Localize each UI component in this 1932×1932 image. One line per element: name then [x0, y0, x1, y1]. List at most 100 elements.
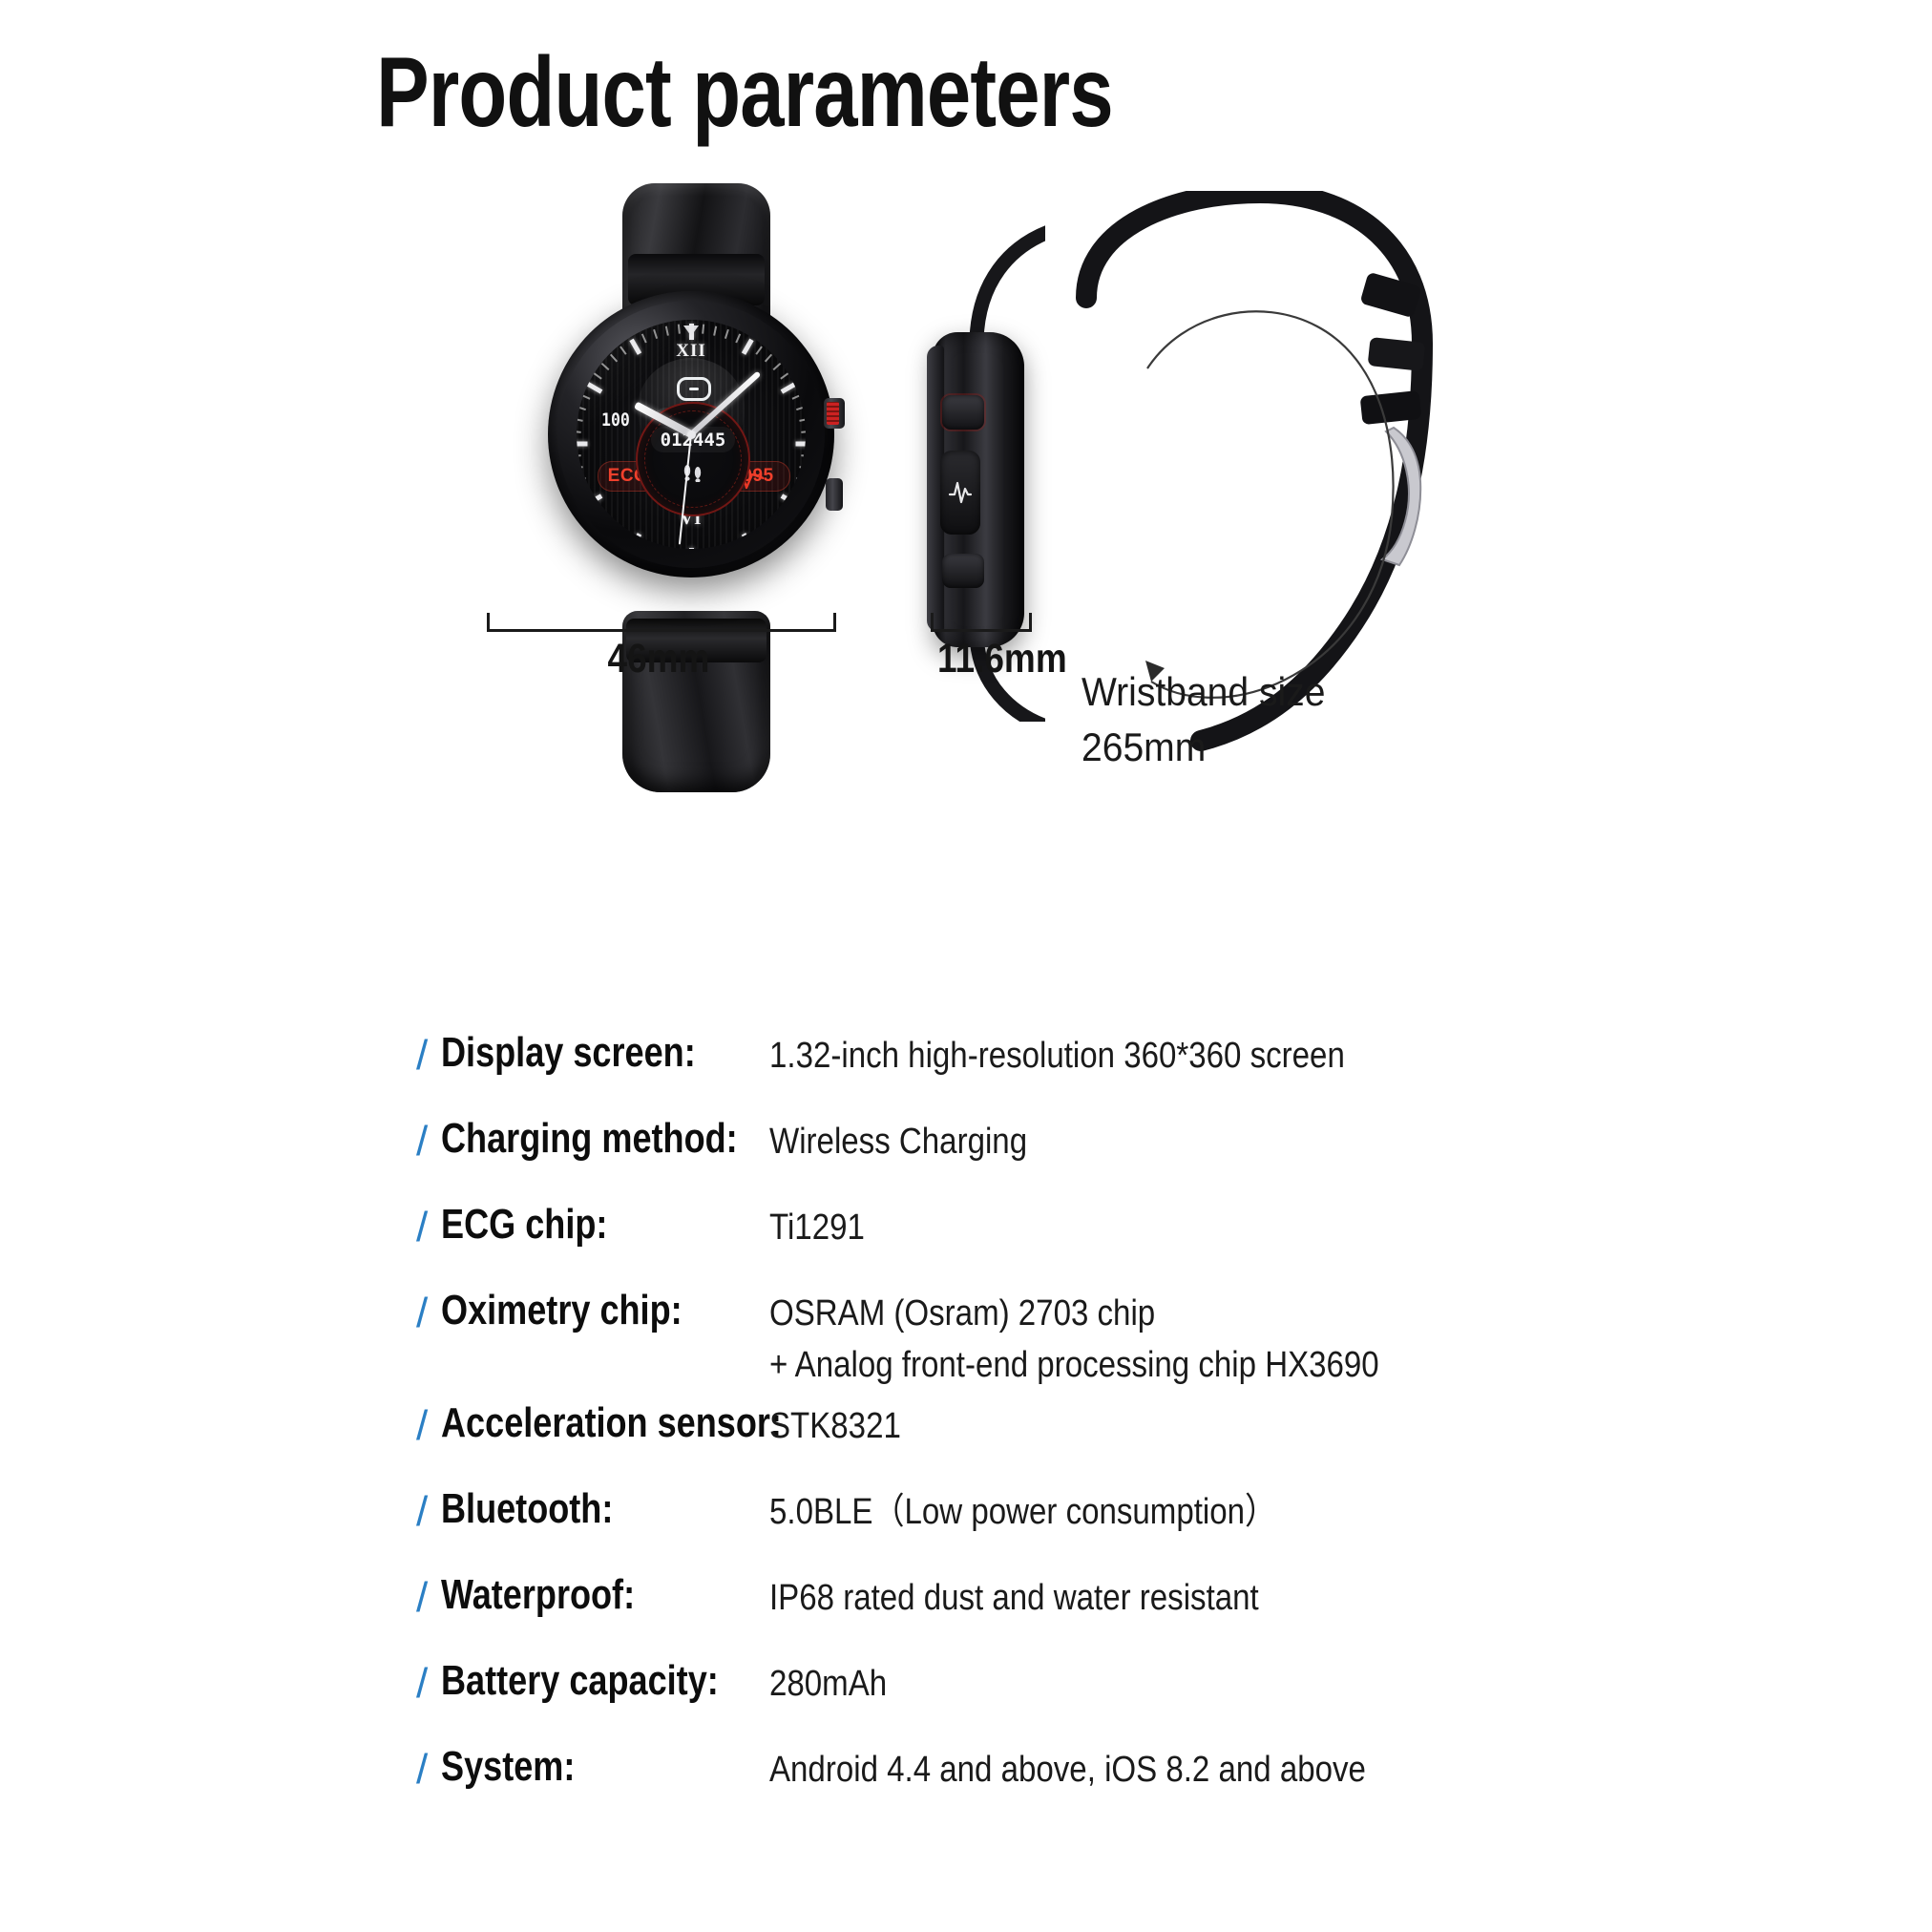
spec-value: Wireless Charging [769, 1121, 1028, 1162]
tick-mark [593, 372, 602, 380]
tick-mark [664, 326, 669, 336]
tick-mark [577, 417, 583, 422]
tick-mark [735, 333, 742, 344]
bullet-slash-icon: / [416, 1659, 429, 1707]
dimension-label: 11.6mm [937, 636, 1067, 682]
spec-row: / ECG chip: Ti1291 [416, 1200, 1676, 1254]
tick-mark [713, 326, 718, 336]
tick-mark [801, 454, 806, 458]
tick-mark [677, 324, 681, 334]
tick-mark [577, 441, 587, 447]
spec-value: IP68 rated dust and water resistant [769, 1577, 1259, 1618]
hands-pivot [686, 430, 696, 439]
tick-mark [628, 533, 641, 549]
tick-mark [628, 338, 641, 355]
side-button [826, 478, 843, 511]
spec-value: Ti1291 [769, 1207, 865, 1248]
bullet-slash-icon: / [416, 1487, 429, 1535]
dimension-label: 46mm [607, 636, 710, 682]
tick-mark [755, 533, 763, 542]
watch-bezel: XII VI ⚡ 100 ECG 095 012445 [557, 301, 825, 568]
dimension-bracket [931, 613, 1032, 632]
hour-marker-xii: XII [676, 341, 706, 361]
hour-hand [633, 401, 693, 438]
tick-mark [577, 476, 586, 482]
spec-label: Display screen: [441, 1029, 696, 1076]
tick-mark [585, 494, 602, 507]
tick-mark [780, 372, 789, 380]
tick-mark [799, 466, 806, 471]
tick-mark [796, 406, 806, 411]
tick-mark [724, 328, 729, 339]
spec-row: / Oximetry chip: OSRAM (Osram) 2703 chip +… [416, 1286, 1676, 1392]
tick-mark [799, 417, 806, 422]
spec-row: / Battery capacity: 280mAh [416, 1656, 1676, 1711]
bolt-icon: ⚡ [653, 413, 662, 428]
heartbeat-icon [948, 481, 973, 504]
footprints-icon [683, 465, 702, 482]
tick-mark [791, 488, 802, 494]
spec-label: System: [441, 1742, 576, 1790]
spec-value: 280mAh [769, 1663, 888, 1704]
crown-button [824, 398, 845, 429]
bullet-slash-icon: / [416, 1203, 429, 1250]
bullet-slash-icon: / [416, 1032, 429, 1079]
bullet-slash-icon: / [416, 1289, 429, 1336]
watch-screen: XII VI ⚡ 100 ECG 095 012445 [577, 320, 806, 549]
tick-mark [780, 494, 797, 507]
bluetooth-link-icon [677, 377, 711, 401]
spec-label: ECG chip: [441, 1200, 608, 1248]
spec-row: / Charging method: Wireless Charging [416, 1116, 1676, 1168]
spec-value: STK8321 [769, 1405, 901, 1446]
bullet-slash-icon: / [416, 1401, 429, 1449]
tick-mark [801, 430, 806, 433]
spec-label: Oximetry chip: [441, 1286, 682, 1334]
tick-mark [755, 346, 763, 355]
top-marker-triangle-icon [683, 326, 699, 336]
spec-row: / Waterproof: IP68 rated dust and water re… [416, 1570, 1676, 1625]
tick-mark [796, 476, 806, 482]
tick-mark [609, 353, 619, 363]
tick-mark [577, 466, 583, 471]
page-title: Product parameters [376, 37, 1113, 148]
spec-row: / Bluetooth: 5.0BLE（Low power consumption） [416, 1484, 1676, 1539]
wristband-size-note: Wristband size 265mm [1082, 669, 1326, 769]
dimension-bracket [487, 613, 836, 632]
tick-mark [741, 338, 754, 355]
tick-mark [653, 328, 659, 339]
steps-value: 012445 [651, 427, 735, 452]
bullet-slash-icon: / [416, 1117, 429, 1165]
tick-mark [577, 406, 586, 411]
tick-mark [640, 544, 647, 549]
tick-mark [780, 381, 797, 394]
tick-mark [795, 441, 806, 447]
spec-label: Bluetooth: [441, 1484, 614, 1532]
watch-case: XII VI ⚡ 100 ECG 095 012445 [548, 291, 845, 578]
tick-mark [580, 393, 591, 400]
steps-subdial: 012445 [636, 402, 750, 516]
tick-mark [600, 362, 610, 371]
tick-mark [620, 346, 627, 355]
spec-label: Waterproof: [441, 1570, 636, 1618]
spec-label: Battery capacity: [441, 1656, 719, 1704]
tick-mark [702, 324, 705, 334]
tick-mark [791, 393, 802, 400]
spec-value: OSRAM (Osram) 2703 chip + Analog front-e… [769, 1292, 1379, 1385]
tick-mark [585, 381, 602, 394]
spec-row: / System: Android 4.4 and above, iOS 8.2 a… [416, 1742, 1676, 1796]
bullet-slash-icon: / [416, 1573, 429, 1621]
spec-label: Acceleration sensor: [441, 1398, 782, 1446]
tick-mark [741, 533, 754, 549]
tick-mark [580, 488, 591, 494]
tick-mark [577, 454, 581, 458]
spec-value: Android 4.4 and above, iOS 8.2 and above [769, 1749, 1366, 1790]
tick-mark [735, 544, 742, 549]
specification-list: / Display screen: 1.32-inch high-resolutio… [416, 1029, 1676, 1831]
tick-mark [620, 533, 627, 542]
bullet-slash-icon: / [416, 1745, 429, 1793]
spec-value: 1.32-inch high-resolution 360*360 screen [769, 1036, 1345, 1076]
product-imagery: XII VI ⚡ 100 ECG 095 012445 Wristband si… [0, 183, 1932, 926]
tick-mark [688, 548, 694, 549]
spec-value: 5.0BLE（Low power consumption） [769, 1491, 1277, 1532]
tick-mark [772, 362, 782, 371]
